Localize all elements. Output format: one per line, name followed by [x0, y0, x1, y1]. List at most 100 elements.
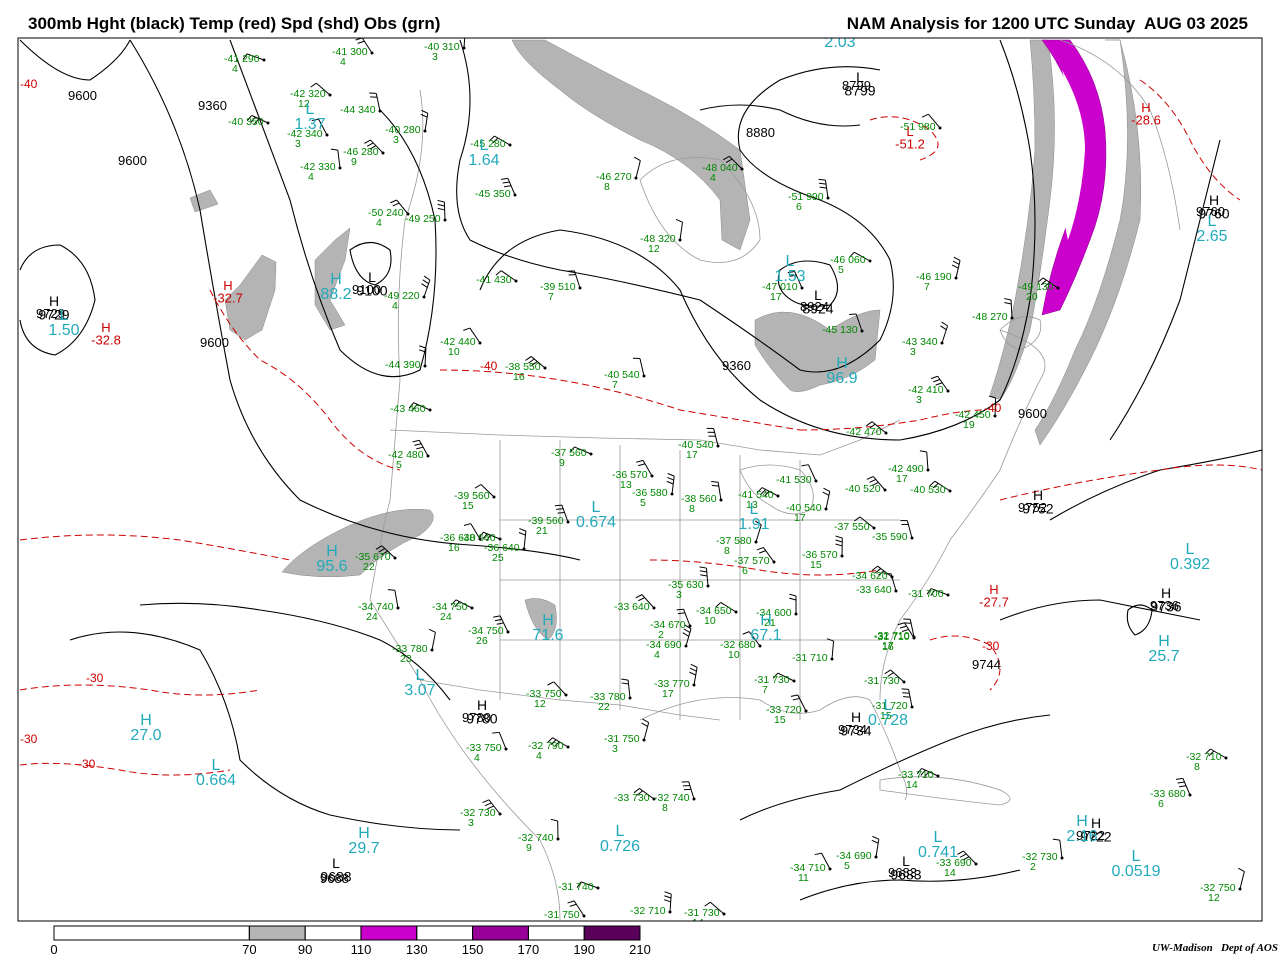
station-dot	[910, 705, 914, 709]
station-dot	[794, 612, 798, 616]
temperature-label: -40	[20, 77, 38, 91]
station-dot	[514, 279, 518, 283]
station-dot	[428, 408, 432, 412]
station-dot	[828, 867, 832, 871]
wind-barb	[641, 718, 650, 741]
speed-center-value: 2.03	[824, 34, 855, 51]
temp-contour-pacific-dash	[19, 534, 291, 561]
station-dot	[652, 606, 656, 610]
station-dot	[470, 606, 474, 610]
temperature-center-value: -28.6	[1131, 112, 1161, 127]
speed-center: L1.53	[774, 253, 805, 285]
legend-tick-label: 90	[298, 942, 312, 957]
height-center: H9780	[466, 697, 497, 726]
obs-temp-height: -35 590	[872, 531, 908, 543]
obs-dewpoint-depression: 3	[910, 346, 916, 358]
obs-dewpoint-depression: 5	[396, 459, 402, 471]
station-obs: -42 4103	[908, 384, 950, 406]
obs-dewpoint-depression: 16	[448, 542, 460, 554]
station-dot	[1060, 856, 1064, 860]
station-dot	[1238, 887, 1242, 891]
station-dot	[800, 286, 804, 290]
station-dot	[513, 193, 517, 197]
speed-center: L0.0519	[1112, 848, 1161, 880]
obs-dewpoint-depression: 24	[366, 611, 378, 623]
obs-temp-height: -41 300	[332, 46, 368, 58]
station-dot	[722, 912, 726, 916]
obs-temp-height: -33 730	[614, 792, 650, 804]
station-obs: -31 740	[558, 881, 600, 893]
station-obs: -32 7303	[460, 807, 502, 829]
obs-dewpoint-depression: 26	[476, 635, 488, 647]
station-obs: -33 640	[856, 584, 898, 596]
station-dot	[504, 747, 508, 751]
station-obs: -42 470	[846, 426, 888, 438]
obs-dewpoint-depression: 6	[742, 565, 748, 577]
height-label: 9600	[200, 335, 229, 350]
obs-temp-height: -31 730	[754, 674, 790, 686]
speed-center-value: 0.728	[868, 712, 908, 729]
obs-dewpoint-depression: 4	[654, 649, 660, 661]
jet-streak-gulf-alaska	[189, 189, 219, 213]
height-label: 8880	[746, 125, 775, 140]
obs-dewpoint-depression: 6	[796, 201, 802, 213]
temperature-center: H-32.8	[91, 320, 121, 347]
weather-map: -41 2904-41 3004-40 3103-42 32012 -44 340…	[17, 34, 1263, 957]
legend-tick-label: 130	[406, 942, 428, 957]
obs-temp-height: -46 270	[596, 171, 632, 183]
obs-dewpoint-depression: 22	[363, 561, 375, 573]
station-dot	[814, 479, 818, 483]
station-dot	[884, 431, 888, 435]
station-dot	[325, 133, 329, 137]
obs-temp-height: -50 240	[368, 207, 404, 219]
station-obs: -46 0605	[830, 254, 872, 276]
obs-temp-height: -32 730	[460, 807, 496, 819]
speed-legend: 0 70 90 110 130 150 170 190 210	[50, 925, 651, 957]
obs-temp-height: -38 560	[681, 493, 717, 505]
obs-dewpoint-depression: 4	[376, 217, 382, 229]
station-obs: -40 350	[228, 116, 270, 128]
station-dot	[910, 536, 914, 540]
jet-streak-atlantic-outer	[989, 39, 1055, 401]
wind-barb	[1237, 867, 1245, 890]
station-dot	[874, 855, 878, 859]
height-contour-8880	[699, 104, 861, 127]
legend-bar	[53, 925, 641, 941]
station-dot	[860, 329, 864, 333]
station-dot	[670, 492, 674, 496]
speed-center-value: 1.91	[738, 516, 769, 533]
station-obs: -37 5609	[551, 447, 593, 469]
legend-tick-label: 70	[242, 942, 256, 957]
obs-temp-height: -39 510	[540, 281, 576, 293]
speed-center-value: 0.726	[600, 838, 640, 855]
obs-dewpoint-depression: 4	[710, 172, 716, 184]
obs-dewpoint-depression: 17	[794, 512, 806, 524]
station-dot	[596, 886, 600, 890]
speed-center-value: 27.0	[130, 727, 161, 744]
station-dot	[804, 709, 808, 713]
speed-center-value: 3.07	[404, 682, 435, 699]
station-dot	[754, 540, 758, 544]
obs-temp-height: -31 750	[544, 909, 580, 921]
east-coastline	[879, 329, 1046, 701]
obs-temp-height: -40 310	[424, 41, 460, 53]
height-label: 9600	[68, 88, 97, 103]
wind-barb	[675, 218, 684, 241]
station-obs: -31 710	[792, 652, 834, 664]
obs-dewpoint-depression: 15	[462, 500, 474, 512]
wind-barb	[940, 321, 949, 344]
obs-temp-height: -32 710	[630, 905, 666, 917]
station-dot	[566, 745, 570, 749]
height-center-value: 9736	[1150, 598, 1181, 614]
obs-dewpoint-depression: 20	[1026, 291, 1038, 303]
obs-temp-height: -48 270	[972, 311, 1008, 323]
legend-swatch	[360, 925, 418, 941]
station-obs: -44 340	[340, 104, 382, 116]
station-obs: -33 6806	[1150, 788, 1192, 810]
obs-dewpoint-depression: 4	[474, 752, 480, 764]
station-obs: -33 77017	[654, 678, 696, 700]
station-obs: -40 530	[910, 484, 952, 496]
obs-dewpoint-depression: 12	[534, 698, 546, 710]
station-obs: -42 4805	[388, 449, 430, 471]
station-obs: -45 130	[822, 324, 864, 336]
